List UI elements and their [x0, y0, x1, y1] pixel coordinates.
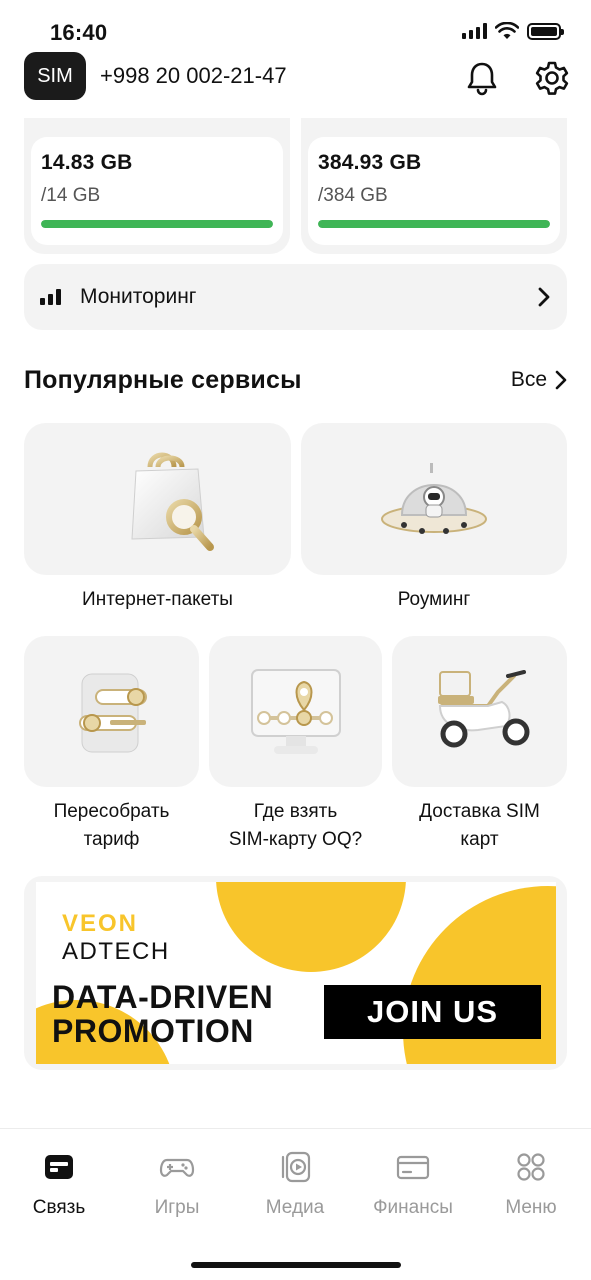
status-time: 16:40: [50, 20, 108, 45]
nav-item-menu[interactable]: Меню: [476, 1149, 586, 1219]
status-icons: [462, 22, 564, 40]
data-total: /14 GB: [41, 185, 101, 206]
gamepad-icon: [159, 1158, 195, 1177]
bell-icon[interactable]: [462, 58, 502, 98]
see-all-link[interactable]: Все: [511, 368, 567, 392]
nav-item-finance[interactable]: Финансы: [358, 1149, 468, 1219]
grid-menu-icon: [517, 1153, 545, 1181]
bar-chart-icon: [40, 289, 64, 305]
service-tile-internet[interactable]: [24, 423, 291, 575]
promo-banner-art: VEON ADTECH DATA-DRIVEN PROMOTION JOIN U…: [36, 882, 556, 1064]
nav-label: Финансы: [373, 1197, 453, 1218]
nav-label: Игры: [154, 1197, 200, 1218]
data-progress-bar: [41, 220, 273, 228]
chevron-right-icon: [555, 370, 567, 390]
join-us-button[interactable]: JOIN US: [324, 985, 541, 1039]
bottom-nav: Связь Игры Медиа Финансы Меню: [0, 1128, 591, 1280]
header: SIM +998 20 002-21-47: [0, 52, 591, 102]
data-value: 14.83 GB: [41, 151, 133, 174]
data-cards: 14.83 GB /14 GB 384.93 GB /384 GB: [24, 118, 567, 254]
scooter-delivery-icon: [438, 670, 530, 748]
service-tile-tariff[interactable]: [24, 636, 199, 787]
nav-item-games[interactable]: Игры: [122, 1149, 232, 1219]
data-card-body: 14.83 GB /14 GB: [31, 137, 283, 245]
service-tile-roaming[interactable]: [301, 423, 567, 575]
data-card[interactable]: 384.93 GB /384 GB: [301, 118, 567, 254]
service-label: Интернет-пакеты: [82, 589, 233, 610]
data-value: 384.93 GB: [318, 151, 422, 174]
home-indicator: [191, 1262, 401, 1268]
media-play-icon: [281, 1151, 311, 1183]
nav-item-svyaz[interactable]: Связь: [4, 1149, 114, 1219]
phone-number[interactable]: +998 20 002-21-47: [100, 63, 287, 89]
service-tile-sim-location[interactable]: [209, 636, 382, 787]
chevron-right-icon: [538, 287, 550, 307]
credit-card-icon: [396, 1155, 430, 1180]
sim-badge[interactable]: SIM: [24, 52, 86, 100]
signal-icon: [462, 23, 487, 39]
monitoring-label: Мониторинг: [80, 285, 197, 308]
promo-banner[interactable]: VEON ADTECH DATA-DRIVEN PROMOTION JOIN U…: [24, 876, 567, 1070]
tariff-builder-icon: [79, 673, 147, 753]
nav-label: Меню: [505, 1197, 557, 1218]
data-card-body: 384.93 GB /384 GB: [308, 137, 560, 245]
wifi-icon: [495, 22, 519, 39]
service-tile-delivery[interactable]: [392, 636, 567, 787]
data-progress-bar: [318, 220, 550, 228]
service-label: Роуминг: [397, 589, 471, 610]
shopping-bag-search-icon: [131, 452, 214, 551]
nav-label: Связь: [32, 1197, 86, 1218]
map-location-icon: [251, 669, 341, 754]
service-label: Где взять SIM-карту OQ?: [228, 801, 363, 850]
sim-card-icon: [45, 1155, 73, 1179]
brand-veon: VEON: [62, 910, 139, 937]
see-all-label: Все: [510, 368, 547, 391]
promo-headline: DATA-DRIVEN PROMOTION: [52, 979, 274, 1049]
monitoring-row[interactable]: Мониторинг: [24, 264, 567, 330]
nav-item-media[interactable]: Медиа: [240, 1149, 350, 1219]
service-label: Пересобрать тариф: [53, 801, 170, 850]
gear-icon[interactable]: [532, 58, 572, 98]
data-total: /384 GB: [318, 185, 388, 206]
ufo-astronaut-icon: [381, 463, 487, 534]
battery-icon: [527, 22, 564, 40]
section-title: Популярные сервисы: [24, 366, 302, 394]
data-card[interactable]: 14.83 GB /14 GB: [24, 118, 290, 254]
brand-adtech: ADTECH: [62, 938, 170, 965]
service-label: Доставка SIM карт: [419, 801, 540, 850]
nav-label: Медиа: [265, 1197, 325, 1218]
status-bar: 16:40: [0, 0, 591, 52]
